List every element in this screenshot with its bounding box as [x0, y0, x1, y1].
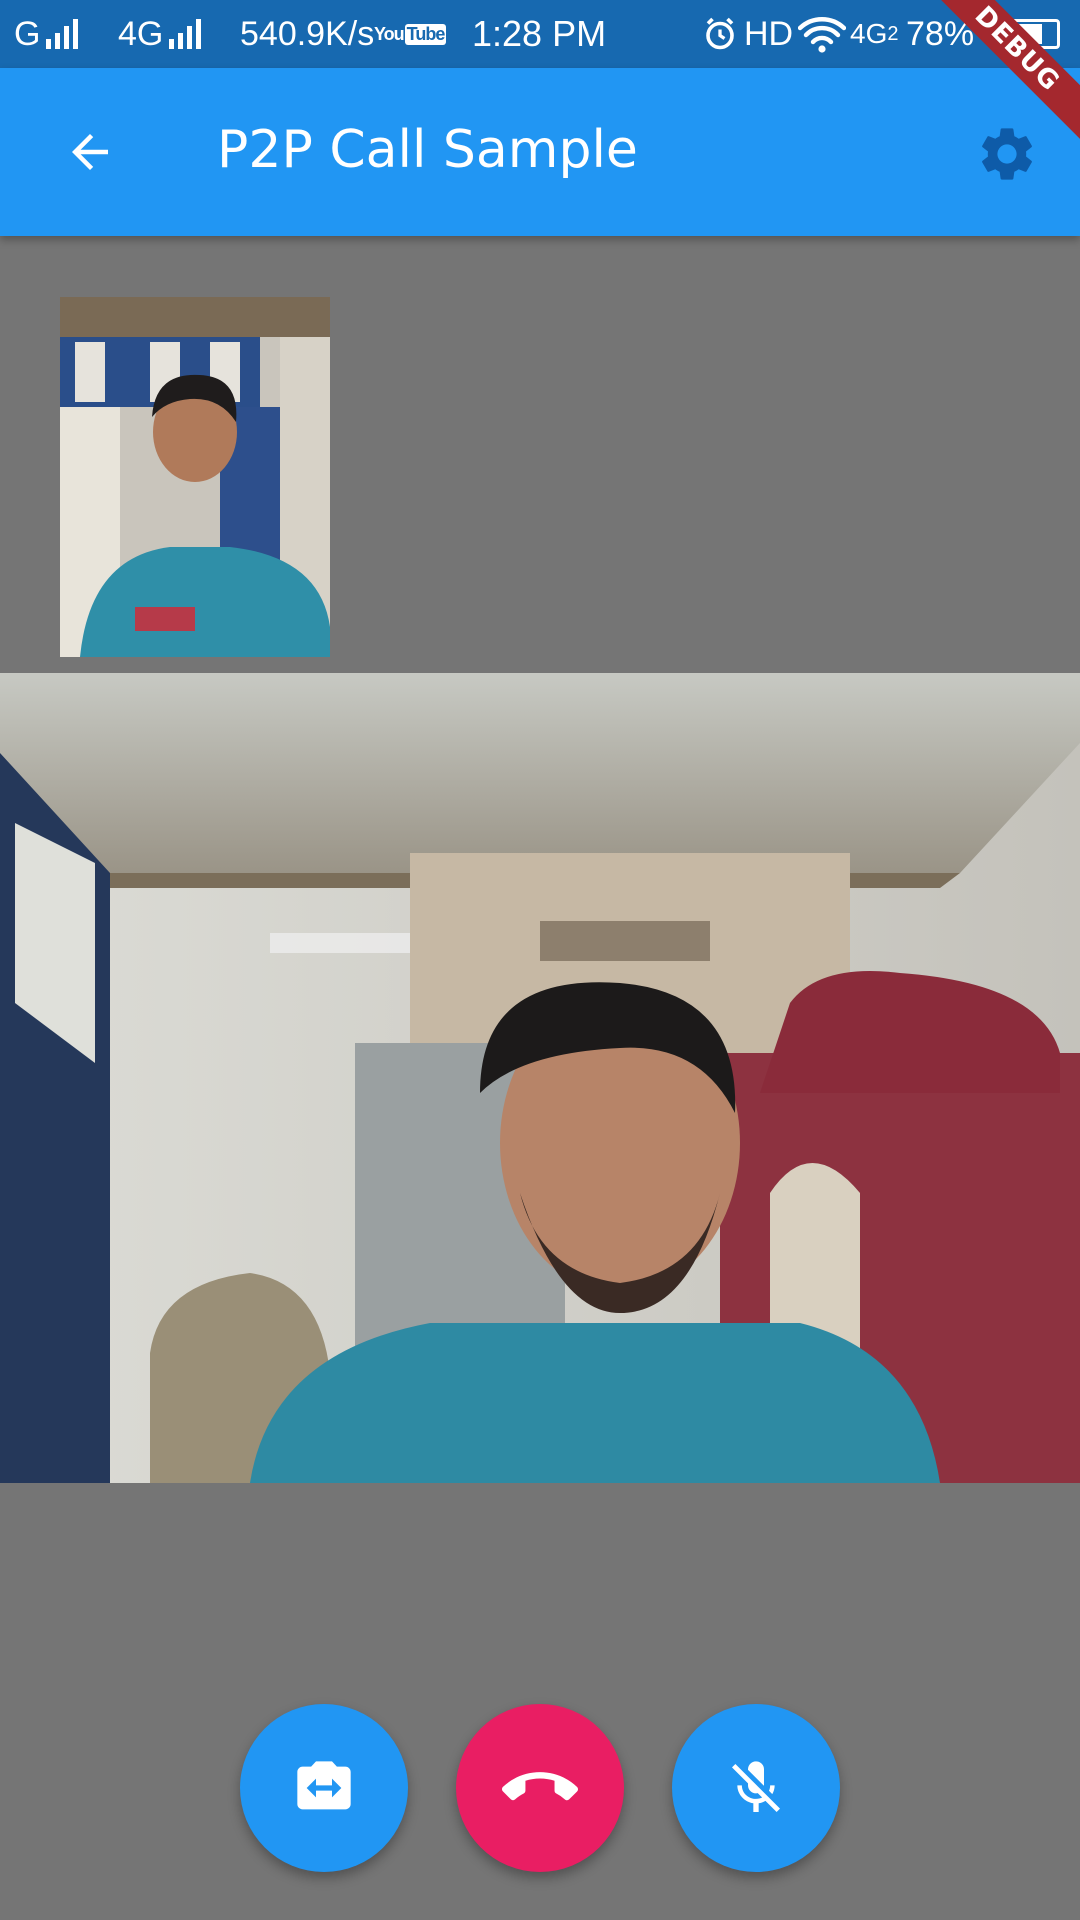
arrow-back-icon	[72, 134, 108, 170]
gear-icon	[982, 128, 1032, 180]
signal-bars-icon	[169, 19, 202, 49]
youtube-icon: You Tube	[374, 23, 447, 45]
settings-button[interactable]	[965, 112, 1049, 196]
status-bar: G 4G 540.9K/s You Tube 1:28 PM HD 4G 2 78%	[0, 0, 1080, 68]
call-end-icon	[502, 1772, 578, 1801]
local-video-preview	[60, 297, 330, 657]
network-speed: 540.9K/s	[240, 14, 375, 53]
signal-2: 4G	[118, 0, 202, 68]
hang-up-button[interactable]	[456, 1704, 624, 1872]
switch-camera-icon	[297, 1761, 351, 1810]
mic-off-icon	[732, 1761, 780, 1812]
carrier-label: G	[14, 14, 41, 53]
hd-label: HD	[744, 14, 794, 53]
network-3: 4G 2	[850, 18, 899, 49]
switch-camera-button[interactable]	[240, 1704, 408, 1872]
signal-1: G	[14, 0, 79, 68]
page-title: P2P Call Sample	[217, 120, 638, 180]
mute-mic-button[interactable]	[672, 1704, 840, 1872]
app-bar: P2P Call Sample	[0, 68, 1080, 236]
network-label: 4G	[118, 14, 164, 53]
back-button[interactable]	[40, 102, 140, 202]
clock: 1:28 PM	[472, 13, 607, 54]
remote-video	[0, 673, 1080, 1483]
signal-bars-icon	[46, 19, 79, 49]
alarm-icon	[702, 0, 738, 68]
wifi-icon	[798, 0, 846, 68]
